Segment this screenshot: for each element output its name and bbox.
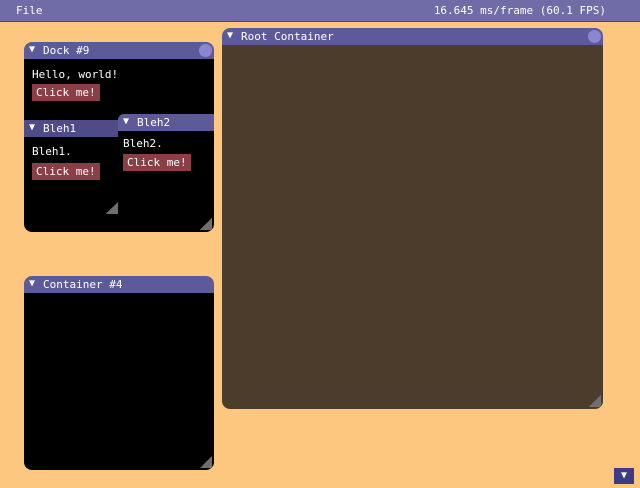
triangle-down-icon: ▼ xyxy=(620,470,628,481)
container-4-window[interactable]: ▼ Container #4 xyxy=(24,276,214,470)
root-container-titlebar[interactable]: ▼ Root Container xyxy=(222,28,603,45)
root-container-body xyxy=(222,45,603,409)
bleh1-window[interactable]: ▼ Bleh1 Bleh1. Click me! xyxy=(24,120,120,216)
bleh1-titlebar[interactable]: ▼ Bleh1 xyxy=(24,120,120,137)
menu-file[interactable]: File xyxy=(16,4,43,17)
container-4-titlebar[interactable]: ▼ Container #4 xyxy=(24,276,214,293)
resize-grip-icon[interactable] xyxy=(200,456,212,468)
resize-grip-icon[interactable] xyxy=(200,218,212,230)
dock-9-body: Hello, world! Click me! ▼ Bleh1 Bleh1. C… xyxy=(24,59,214,232)
bleh2-window[interactable]: ▼ Bleh2 Bleh2. Click me! xyxy=(118,114,214,174)
close-icon[interactable] xyxy=(199,44,212,57)
bleh1-body: Bleh1. Click me! xyxy=(24,137,120,216)
collapse-triangle-icon[interactable]: ▼ xyxy=(227,30,233,41)
bleh2-click-button[interactable]: Click me! xyxy=(123,154,191,171)
dock-9-window[interactable]: ▼ Dock #9 Hello, world! Click me! ▼ Bleh… xyxy=(24,42,214,232)
close-icon[interactable] xyxy=(588,30,601,43)
bleh2-titlebar[interactable]: ▼ Bleh2 xyxy=(118,114,214,131)
dock-9-click-button[interactable]: Click me! xyxy=(32,84,100,101)
collapse-triangle-icon[interactable]: ▼ xyxy=(29,44,35,55)
collapse-corner-button[interactable]: ▼ xyxy=(614,468,634,484)
collapse-triangle-icon[interactable]: ▼ xyxy=(29,278,35,289)
container-4-body xyxy=(24,293,214,470)
root-container-window[interactable]: ▼ Root Container xyxy=(222,28,603,409)
collapse-triangle-icon[interactable]: ▼ xyxy=(123,116,129,127)
bleh2-body: Bleh2. Click me! xyxy=(118,131,214,174)
container-4-title: Container #4 xyxy=(43,278,123,291)
fps-readout: 16.645 ms/frame (60.1 FPS) xyxy=(433,4,606,17)
resize-grip-icon[interactable] xyxy=(106,202,118,214)
root-container-title: Root Container xyxy=(241,30,334,43)
dock-9-titlebar[interactable]: ▼ Dock #9 xyxy=(24,42,214,59)
resize-grip-icon[interactable] xyxy=(589,395,601,407)
bleh1-title: Bleh1 xyxy=(43,122,77,135)
bleh1-click-button[interactable]: Click me! xyxy=(32,163,100,180)
collapse-triangle-icon[interactable]: ▼ xyxy=(29,122,35,133)
dock-9-title: Dock #9 xyxy=(43,44,90,57)
bleh2-text: Bleh2. xyxy=(123,137,163,150)
bleh2-title: Bleh2 xyxy=(137,116,171,129)
bleh1-text: Bleh1. xyxy=(32,145,72,158)
hello-text: Hello, world! xyxy=(32,68,119,81)
main-menu-bar: File 16.645 ms/frame (60.1 FPS) xyxy=(0,0,640,22)
